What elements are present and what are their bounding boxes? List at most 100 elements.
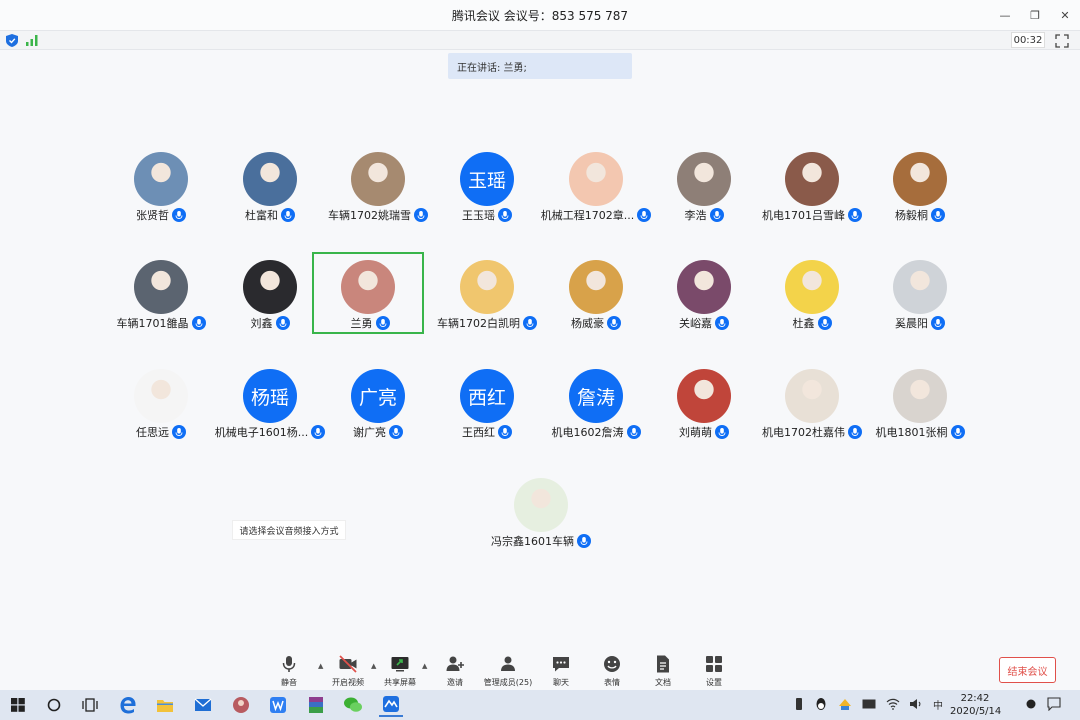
tray-keyboard-icon[interactable] bbox=[862, 697, 876, 711]
participant-avatar bbox=[569, 260, 623, 314]
participant-name: 刘萌萌 bbox=[679, 426, 712, 439]
manage-members-button[interactable]: 管理成员(25) bbox=[484, 654, 532, 690]
participant-avatar: 玉瑶 bbox=[460, 152, 514, 206]
invite-button[interactable]: 邀请 bbox=[431, 654, 479, 690]
audio-options-caret[interactable]: ▲ bbox=[318, 662, 323, 670]
chat-icon bbox=[553, 657, 569, 672]
participant-name: 杜鑫 bbox=[792, 317, 815, 330]
avatar-initials: 西红 bbox=[467, 386, 506, 409]
participant-avatar bbox=[351, 152, 405, 206]
participant-name: 冯宗鑫1601车辆 bbox=[491, 535, 574, 548]
start-button[interactable] bbox=[6, 693, 30, 717]
search-circle-button[interactable] bbox=[42, 693, 66, 717]
participant-avatar bbox=[893, 369, 947, 423]
participant-mic-icon[interactable] bbox=[950, 425, 965, 439]
tray-qq-icon[interactable] bbox=[814, 697, 828, 711]
audio-connection-tip[interactable]: 请选择会议音频接入方式 bbox=[232, 520, 346, 540]
clock-date: 2020/5/14 bbox=[950, 706, 1002, 717]
clock-time: 22:42 bbox=[960, 693, 990, 704]
minimize-button[interactable]: — bbox=[990, 0, 1020, 30]
participant-name: 机电1602詹涛 bbox=[551, 426, 624, 439]
tray-notification-dot-icon[interactable] bbox=[1024, 697, 1038, 711]
taskbar-file-explorer[interactable] bbox=[153, 693, 177, 717]
taskbar-tencent-meeting[interactable] bbox=[379, 693, 403, 717]
participant-avatar bbox=[785, 260, 839, 314]
settings-label: 设置 bbox=[706, 678, 722, 687]
task-view-button[interactable] bbox=[78, 693, 102, 717]
participant-mic-icon[interactable] bbox=[931, 316, 945, 330]
mute-button[interactable]: 静音 bbox=[265, 654, 313, 690]
video-off-icon bbox=[339, 655, 357, 673]
fullscreen-icon[interactable] bbox=[1054, 33, 1070, 49]
taskbar-wps[interactable] bbox=[266, 693, 290, 717]
mute-label: 静音 bbox=[281, 678, 297, 687]
participant-avatar bbox=[134, 260, 188, 314]
participant-avatar bbox=[677, 369, 731, 423]
taskbar-wechat[interactable] bbox=[341, 693, 365, 717]
participant-avatar bbox=[243, 260, 297, 314]
participant-name: 杨毅桐 bbox=[895, 209, 928, 222]
close-button[interactable]: ✕ bbox=[1050, 0, 1080, 30]
participant-name: 奚晨阳 bbox=[895, 317, 928, 330]
settings-button[interactable]: 设置 bbox=[690, 654, 738, 690]
participant-tile[interactable]: 杨毅桐 bbox=[860, 152, 980, 232]
taskbar-edge[interactable] bbox=[116, 693, 140, 717]
participant-name: 刘鑫 bbox=[250, 317, 273, 330]
end-meeting-button[interactable]: 结束会议 bbox=[999, 657, 1056, 683]
participant-avatar bbox=[785, 152, 839, 206]
system-clock[interactable]: 22:42 2020/5/14 bbox=[950, 692, 1002, 718]
tray-wifi-icon[interactable] bbox=[886, 697, 900, 711]
participant-name: 张贤哲 bbox=[136, 209, 169, 222]
emoji-icon bbox=[604, 656, 620, 672]
share-options-caret[interactable]: ▲ bbox=[422, 662, 427, 670]
participant-mic-icon[interactable] bbox=[375, 316, 390, 330]
avatar-initials: 广亮 bbox=[358, 386, 397, 409]
settings-grid-icon bbox=[706, 656, 722, 672]
security-shield-icon[interactable] bbox=[6, 34, 18, 47]
document-icon bbox=[657, 655, 669, 673]
participant-tile[interactable]: 机电1801张桐 bbox=[860, 369, 980, 449]
signal-strength-icon[interactable] bbox=[26, 35, 38, 46]
mail-icon bbox=[194, 698, 212, 711]
participant-name: 兰勇 bbox=[350, 317, 373, 330]
start-video-button[interactable]: 开启视频 bbox=[324, 654, 372, 690]
avatar-initials: 杨瑶 bbox=[250, 386, 289, 409]
emoji-label: 表情 bbox=[604, 678, 620, 687]
participant-avatar bbox=[893, 260, 947, 314]
participant-tile[interactable]: 冯宗鑫1601车辆 bbox=[481, 478, 601, 558]
participant-name-row: 杨毅桐 bbox=[830, 207, 1010, 223]
chat-button[interactable]: 聊天 bbox=[537, 654, 585, 690]
taskbar-mail[interactable] bbox=[191, 693, 215, 717]
participant-avatar bbox=[514, 478, 568, 532]
participant-mic-icon[interactable] bbox=[577, 534, 591, 548]
participant-avatar bbox=[341, 260, 395, 314]
docs-label: 文档 bbox=[655, 678, 671, 687]
participant-avatar bbox=[134, 152, 188, 206]
input-method-indicator[interactable]: 中 bbox=[931, 697, 945, 712]
participant-avatar bbox=[893, 152, 947, 206]
participant-avatar: 广亮 bbox=[351, 369, 405, 423]
maximize-button[interactable]: ❐ bbox=[1020, 0, 1050, 30]
tray-usb-icon[interactable] bbox=[792, 697, 806, 711]
share-screen-button[interactable]: 共享屏幕 bbox=[376, 654, 424, 690]
docs-button[interactable]: 文档 bbox=[639, 654, 687, 690]
participant-avatar bbox=[243, 152, 297, 206]
participant-name: 李浩 bbox=[684, 209, 707, 222]
participant-name: 谢广亮 bbox=[353, 426, 386, 439]
participant-tile[interactable]: 奚晨阳 bbox=[860, 260, 980, 340]
participant-avatar: 詹涛 bbox=[569, 369, 623, 423]
tray-app-icon[interactable] bbox=[838, 697, 852, 711]
tray-volume-icon[interactable] bbox=[909, 697, 923, 711]
participant-avatar bbox=[677, 152, 731, 206]
action-center-icon[interactable] bbox=[1047, 697, 1061, 711]
folder-icon bbox=[157, 700, 173, 712]
taskbar-winrar[interactable] bbox=[304, 693, 328, 717]
window-controls: — ❐ ✕ bbox=[990, 0, 1080, 30]
window-titlebar: 腾讯会议 会议号：853 575 787 — ❐ ✕ bbox=[0, 0, 1080, 30]
meeting-status-bar: 00:32 bbox=[0, 30, 1080, 50]
participant-name: 车辆1701雒晶 bbox=[116, 317, 189, 330]
taskbar-photo-app[interactable] bbox=[229, 693, 253, 717]
microphone-icon bbox=[282, 656, 296, 672]
emoji-button[interactable]: 表情 bbox=[588, 654, 636, 690]
participant-mic-icon[interactable] bbox=[931, 208, 945, 222]
